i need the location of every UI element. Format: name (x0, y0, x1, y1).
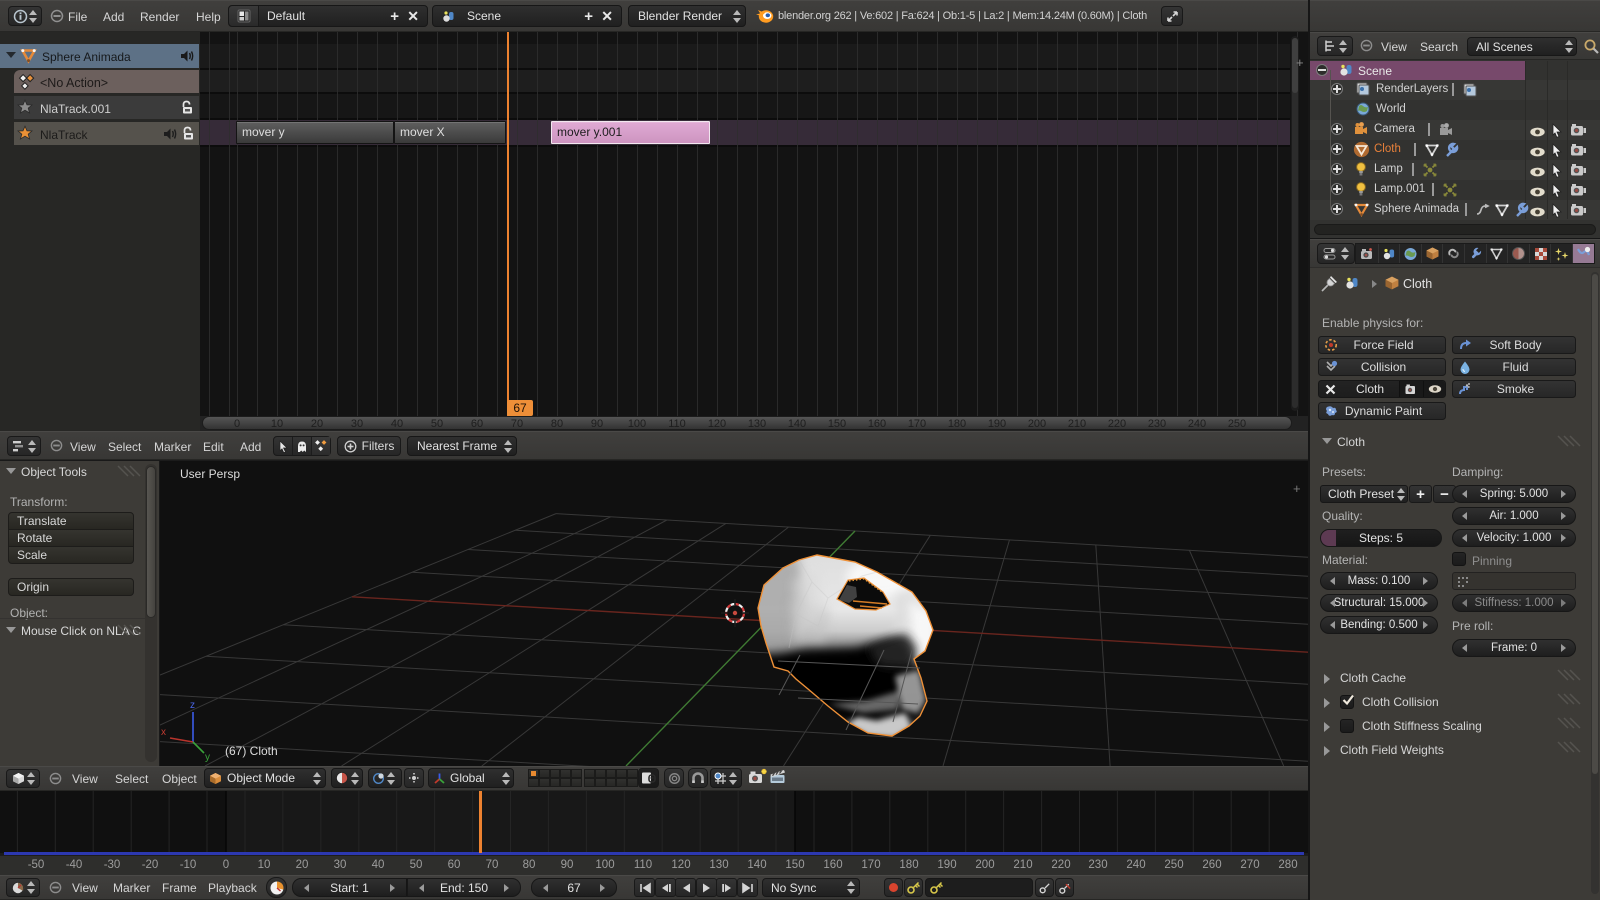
svg-text:z: z (190, 700, 195, 711)
svg-text:x: x (161, 727, 166, 738)
svg-text:y: y (205, 752, 210, 763)
